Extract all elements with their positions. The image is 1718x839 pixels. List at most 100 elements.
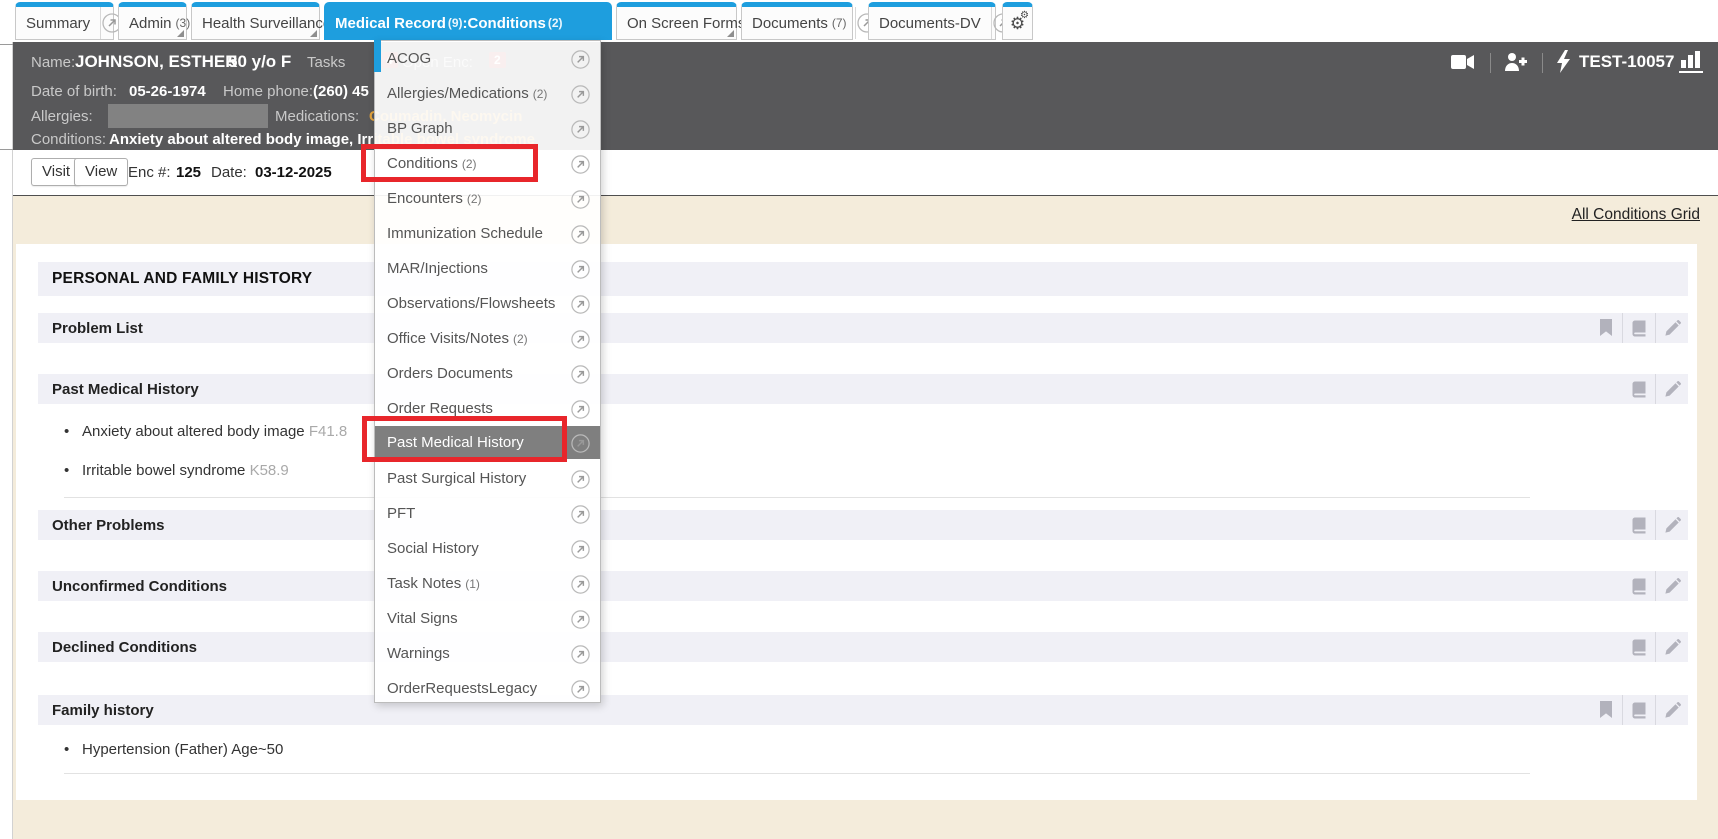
external-link-icon[interactable]	[570, 678, 591, 713]
pencil-icon[interactable]	[1655, 695, 1688, 725]
dropdown-fold-icon	[727, 30, 734, 37]
tab-on-screen-forms-label: On Screen Forms	[617, 15, 755, 32]
menu-item-warnings[interactable]: Warnings	[375, 636, 600, 671]
section-unconfirmed-conditions: Unconfirmed Conditions	[38, 571, 1688, 601]
menu-item-vital-signs[interactable]: Vital Signs	[375, 601, 600, 636]
all-conditions-grid-link[interactable]: All Conditions Grid	[1572, 206, 1700, 224]
section-title: Past Medical History	[38, 381, 199, 398]
encounter-toolbar: Visit View Enc #: 125 Date: 03-12-2025	[13, 150, 1718, 196]
menu-item-orderrequestslegacy[interactable]: OrderRequestsLegacy	[375, 671, 600, 706]
tab-documents-dv-label: Documents-DV	[869, 15, 991, 32]
tab-medical-record[interactable]: Medical Record (9) :Conditions (2)	[324, 2, 612, 40]
conditions-part1: Anxiety about altered body image, Irr	[109, 131, 373, 148]
section-past-medical-history: Past Medical History	[38, 374, 1688, 404]
dropdown-fold-icon	[310, 30, 317, 37]
tab-documents-count: (7)	[832, 16, 855, 30]
menu-item-past-surgical-history[interactable]: Past Surgical History	[375, 461, 600, 496]
video-camera-icon[interactable]	[1451, 54, 1475, 75]
date-label: Date:	[211, 164, 247, 181]
gear-small-icon: ⚙	[1020, 11, 1029, 21]
menu-item-pft[interactable]: PFT	[375, 496, 600, 531]
section-title: Family history	[38, 702, 154, 719]
book-icon[interactable]	[1622, 313, 1655, 343]
tab-medical-record-count2: (2)	[548, 16, 563, 30]
tasks-label[interactable]: Tasks	[307, 54, 345, 71]
section-title: Other Problems	[38, 517, 165, 534]
tab-bar: Summary Admin (3) Health Surveillance Me…	[0, 0, 1718, 42]
pencil-icon[interactable]	[1655, 571, 1688, 601]
tab-summary[interactable]: Summary	[15, 2, 114, 40]
list-divider	[64, 773, 1530, 774]
section-header-title: PERSONAL AND FAMILY HISTORY	[38, 270, 312, 288]
menu-item-observations-flowsheets[interactable]: Observations/Flowsheets	[375, 286, 600, 321]
menu-item-encounters[interactable]: Encounters(2)	[375, 181, 600, 216]
name-label: Name:	[31, 54, 75, 71]
active-tab-stub	[374, 40, 381, 72]
pencil-icon[interactable]	[1655, 510, 1688, 540]
book-icon[interactable]	[1622, 632, 1655, 662]
patient-header: Name: JOHNSON, ESTHER 50 y/o F Tasks 4 O…	[13, 42, 1718, 150]
enc-number-label: Enc #:	[128, 164, 171, 181]
family-history-list-item: •Hypertension (Father) Age~50	[64, 741, 283, 758]
condition-text: Irritable bowel syndrome	[82, 462, 245, 479]
menu-item-orders-documents[interactable]: Orders Documents	[375, 356, 600, 391]
pmh-list-item: •Irritable bowel syndrome K58.9	[64, 462, 289, 479]
menu-item-allergies-medications[interactable]: Allergies/Medications(2)	[375, 76, 600, 111]
section-declined-conditions: Declined Conditions	[38, 632, 1688, 662]
patient-name: JOHNSON, ESTHER	[75, 52, 237, 72]
patient-id: TEST-10057	[1579, 52, 1674, 72]
section-title: Problem List	[38, 320, 143, 337]
menu-item-social-history[interactable]: Social History	[375, 531, 600, 566]
section-header-personal-and-family-history: PERSONAL AND FAMILY HISTORY	[38, 262, 1688, 296]
condition-text: Anxiety about altered body image	[82, 423, 305, 440]
menu-item-office-visits-notes[interactable]: Office Visits/Notes(2)	[375, 321, 600, 356]
tab-summary-label: Summary	[16, 15, 100, 32]
tab-health-surveillance-label: Health Surveillance	[192, 15, 341, 32]
menu-item-mar-injections[interactable]: MAR/Injections	[375, 251, 600, 286]
section-problem-list: Problem List	[38, 313, 1688, 343]
add-person-icon[interactable]	[1504, 52, 1528, 77]
view-button[interactable]: View	[74, 158, 128, 186]
menu-item-immunization-schedule[interactable]: Immunization Schedule	[375, 216, 600, 251]
menu-item-bp-graph[interactable]: BP Graph	[375, 111, 600, 146]
bullet-dot: •	[64, 741, 82, 758]
tab-health-surveillance[interactable]: Health Surveillance	[191, 2, 320, 40]
enc-number-value: 125	[176, 164, 201, 181]
tab-admin-label: Admin	[119, 15, 182, 32]
menu-item-acog[interactable]: ACOG	[375, 41, 600, 76]
patient-age-sex: 50 y/o F	[228, 52, 291, 72]
book-icon[interactable]	[1622, 374, 1655, 404]
pencil-icon[interactable]	[1655, 632, 1688, 662]
bookmark-icon[interactable]	[1589, 695, 1622, 725]
menu-item-task-notes[interactable]: Task Notes(1)	[375, 566, 600, 601]
condition-code: F41.8	[309, 423, 347, 440]
tab-documents-dv[interactable]: Documents-DV	[868, 2, 996, 40]
dropdown-fold-icon	[177, 30, 184, 37]
pencil-icon[interactable]	[1655, 313, 1688, 343]
dob-label: Date of birth:	[31, 83, 117, 100]
book-icon[interactable]	[1622, 695, 1655, 725]
section-title: Declined Conditions	[38, 639, 197, 656]
bookmark-icon[interactable]	[1589, 313, 1622, 343]
book-icon[interactable]	[1622, 571, 1655, 601]
condition-code: K58.9	[250, 462, 289, 479]
home-phone-value: (260) 45	[313, 83, 369, 100]
bullet-dot: •	[64, 462, 82, 479]
bar-chart-icon[interactable]	[1679, 50, 1705, 78]
section-family-history: Family history	[38, 695, 1688, 725]
condition-text: Hypertension (Father) Age~50	[82, 741, 283, 758]
conditions-label: Conditions:	[31, 131, 106, 148]
medications-label: Medications:	[275, 108, 359, 125]
pencil-icon[interactable]	[1655, 374, 1688, 404]
settings-gear-button[interactable]: ⚙ ⚙	[1002, 2, 1033, 40]
section-title: Unconfirmed Conditions	[38, 578, 227, 595]
tab-documents-label: Documents	[742, 15, 832, 32]
tab-admin[interactable]: Admin (3)	[118, 2, 187, 40]
date-value: 03-12-2025	[255, 164, 332, 181]
left-rail	[0, 0, 13, 839]
tab-medical-record-count: (9)	[448, 16, 463, 30]
lightning-bolt-icon[interactable]	[1556, 50, 1571, 78]
book-icon[interactable]	[1622, 510, 1655, 540]
tab-on-screen-forms[interactable]: On Screen Forms	[616, 2, 737, 40]
tab-documents[interactable]: Documents (7)	[741, 2, 853, 40]
